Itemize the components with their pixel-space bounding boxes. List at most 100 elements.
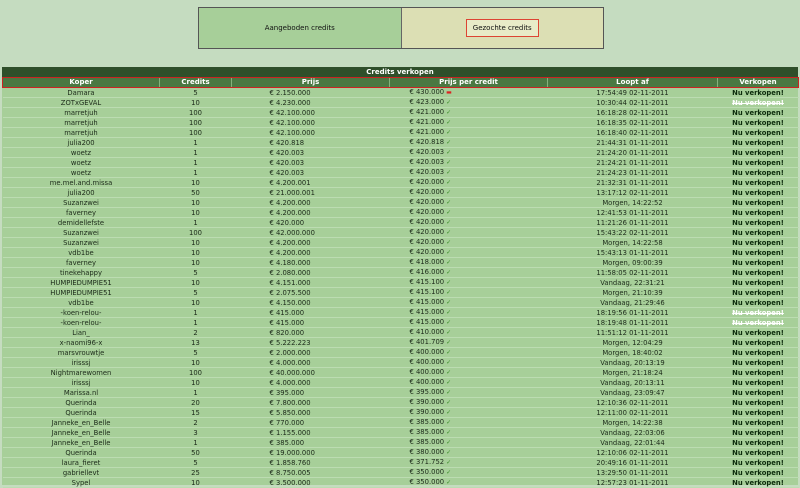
sell-now-button[interactable]: Nu verkopen! <box>717 467 799 478</box>
expires-cell: 18:19:56 01-11-2011 <box>547 307 718 318</box>
sell-now-button[interactable]: Nu verkopen! <box>717 177 799 188</box>
column-header-koper[interactable]: Koper <box>2 77 160 88</box>
sell-now-button[interactable]: Nu verkopen! <box>717 197 799 208</box>
table-row: x-naomi96-x 13 € 5.222.223 € 401.709 ✓ Morgen… <box>2 337 799 348</box>
table-row: irisssj 10 € 4.000.000 € 400.000 ✓ Vandaag, 2… <box>2 357 799 368</box>
expires-cell: 12:41:53 01-11-2011 <box>547 207 718 218</box>
sell-now-button[interactable]: Nu verkopen! <box>717 417 799 428</box>
table-row: marsvrouwtje 5 € 2.000.000 € 400.000 ✓ Morgen… <box>2 347 799 358</box>
sell-now-button[interactable]: Nu verkopen! <box>717 327 799 338</box>
credits-cell: 10 <box>159 257 232 268</box>
price-cell: € 4.200.001 <box>231 177 390 188</box>
sell-now-button[interactable]: Nu verkopen! <box>717 377 799 388</box>
sell-now-button[interactable]: Nu verkopen! <box>717 147 799 158</box>
sell-now-button[interactable]: Nu verkopen! <box>717 457 799 468</box>
buyer-cell: marretjuh <box>2 127 160 138</box>
sell-now-button[interactable]: Nu verkopen! <box>717 207 799 218</box>
price-per-credit-cell: € 420.003 ✓ <box>389 147 548 158</box>
sell-now-button[interactable]: Nu verkopen! <box>717 227 799 238</box>
sell-now-button[interactable]: Nu verkopen! <box>717 127 799 138</box>
checkmark-icon: ✓ <box>446 219 452 226</box>
sell-now-button[interactable]: Nu verkopen! <box>717 397 799 408</box>
checkmark-icon: ✓ <box>446 169 452 176</box>
sell-now-button[interactable]: Nu verkopen! <box>717 367 799 378</box>
sell-now-button[interactable]: Nu verkopen! <box>717 157 799 168</box>
buyer-cell: woetz <box>2 157 160 168</box>
checkmark-icon: ✓ <box>446 139 452 146</box>
credits-cell: 10 <box>159 237 232 248</box>
sell-now-button[interactable]: Nu verkopen! <box>717 337 799 348</box>
table-row: vdb1be 10 € 4.200.000 € 420.000 ✓ 15:43:13 01… <box>2 247 799 258</box>
sell-now-button[interactable]: Nu verkopen! <box>717 107 799 118</box>
buyer-cell: vdb1be <box>2 247 160 258</box>
buyer-cell: Janneke_en_Belle <box>2 417 160 428</box>
sell-now-button[interactable]: Nu verkopen! <box>717 87 799 98</box>
column-header-prijs-per-credit[interactable]: Prijs per credit <box>389 77 548 88</box>
price-per-credit-cell: € 421.000 ✓ <box>389 117 548 128</box>
expires-cell: 16:18:35 02-11-2011 <box>547 117 718 128</box>
price-cell: € 4.000.000 <box>231 357 390 368</box>
buyer-cell: demidellefste <box>2 217 160 228</box>
sell-now-button[interactable]: Nu verkopen! <box>717 167 799 178</box>
price-cell: € 4.000.000 <box>231 377 390 388</box>
price-per-credit-value: € 395.000 <box>409 388 445 396</box>
credits-cell: 50 <box>159 447 232 458</box>
checkmark-icon: ✓ <box>446 149 452 156</box>
table-row: demidellefste 1 € 420.000 € 420.000 ✓ 11:21:2… <box>2 217 799 228</box>
table-row: -koen-relou- 1 € 415.000 € 415.000 ✓ 18:19:56… <box>2 307 799 318</box>
sell-now-button[interactable]: Nu verkopen! <box>717 477 799 488</box>
checkmark-icon: ✓ <box>446 439 452 446</box>
price-per-credit-cell: € 430.000 ▬ <box>389 87 548 98</box>
tab-wanted-credits[interactable]: Gezochte credits <box>401 8 603 48</box>
sell-now-button[interactable]: Nu verkopen! <box>717 437 799 448</box>
price-cell: € 1.858.760 <box>231 457 390 468</box>
column-header-loopt-af[interactable]: Loopt af <box>547 77 718 88</box>
expires-cell: Vandaag, 21:29:46 <box>547 297 718 308</box>
buyer-cell: Suzanzwei <box>2 237 160 248</box>
credits-cell: 5 <box>159 287 232 298</box>
price-per-credit-value: € 415.000 <box>409 318 445 326</box>
price-per-credit-value: € 400.000 <box>409 358 445 366</box>
sell-now-button[interactable]: Nu verkopen! <box>717 117 799 128</box>
sell-now-button[interactable]: Nu verkopen! <box>717 257 799 268</box>
sell-now-button[interactable]: Nu verkopen! <box>717 287 799 298</box>
price-cell: € 420.003 <box>231 157 390 168</box>
price-per-credit-value: € 385.000 <box>409 438 445 446</box>
price-per-credit-cell: € 420.818 ✓ <box>389 137 548 148</box>
price-cell: € 42.000.000 <box>231 227 390 238</box>
price-per-credit-cell: € 400.000 ✓ <box>389 377 548 388</box>
buyer-cell: Nightmarewomen <box>2 367 160 378</box>
tab-offered-credits[interactable]: Aangeboden credits <box>199 8 402 48</box>
sell-now-button[interactable]: Nu verkopen! <box>717 447 799 458</box>
table-row: HUMPIEDUMPIE51 5 € 2.075.500 € 415.100 ✓ Morg… <box>2 287 799 298</box>
price-cell: € 420.003 <box>231 167 390 178</box>
sell-now-button[interactable]: Nu verkopen! <box>717 407 799 418</box>
sell-now-button[interactable]: Nu verkopen! <box>717 187 799 198</box>
sell-now-button[interactable]: Nu verkopen! <box>717 357 799 368</box>
checkmark-icon: ✓ <box>446 189 452 196</box>
price-cell: € 8.750.005 <box>231 467 390 478</box>
price-cell: € 385.000 <box>231 437 390 448</box>
sell-now-button[interactable]: Nu verkopen! <box>717 297 799 308</box>
sell-now-button[interactable]: Nu verkopen! <box>717 137 799 148</box>
sell-now-button[interactable]: Nu verkopen! <box>717 267 799 278</box>
price-per-credit-value: € 420.000 <box>409 188 445 196</box>
sell-now-button: Nu verkopen! <box>717 307 799 318</box>
checkmark-icon: ✓ <box>446 459 452 466</box>
price-per-credit-cell: € 418.000 ✓ <box>389 257 548 268</box>
sell-now-button[interactable]: Nu verkopen! <box>717 277 799 288</box>
buyer-cell: irisssj <box>2 357 160 368</box>
buyer-cell: Querinda <box>2 447 160 458</box>
sell-now-button[interactable]: Nu verkopen! <box>717 347 799 358</box>
column-header-credits[interactable]: Credits <box>159 77 232 88</box>
price-per-credit-cell: € 390.000 ✓ <box>389 407 548 418</box>
table-row: tinekehappy 5 € 2.080.000 € 416.000 ✓ 11:58:0… <box>2 267 799 278</box>
column-header-prijs[interactable]: Prijs <box>231 77 390 88</box>
expires-cell: 15:43:22 02-11-2011 <box>547 227 718 238</box>
sell-now-button[interactable]: Nu verkopen! <box>717 247 799 258</box>
sell-now-button[interactable]: Nu verkopen! <box>717 427 799 438</box>
sell-now-button[interactable]: Nu verkopen! <box>717 237 799 248</box>
sell-now-button[interactable]: Nu verkopen! <box>717 217 799 228</box>
checkmark-icon: ✓ <box>446 179 452 186</box>
sell-now-button[interactable]: Nu verkopen! <box>717 387 799 398</box>
